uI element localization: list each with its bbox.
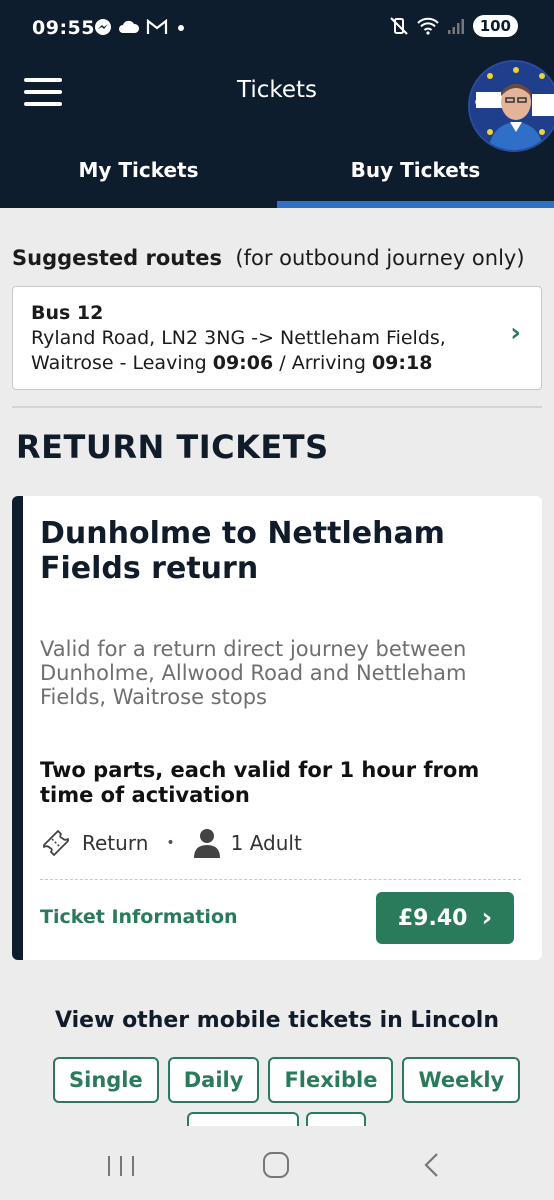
system-nav-bar (0, 1126, 554, 1200)
cloud-icon (119, 20, 140, 33)
app-header: Tickets My Tickets Buy Tickets (0, 58, 554, 208)
ticket-meta: Return • 1 Adult (40, 826, 302, 860)
back-icon[interactable] (422, 1152, 440, 1178)
route-line-1: Ryland Road, LN2 3NG -> Nettleham Fields… (31, 327, 446, 349)
section-title: RETURN TICKETS (16, 428, 329, 466)
dot-icon (178, 25, 184, 31)
buy-price-button[interactable]: £9.40 › (376, 892, 514, 944)
divider (12, 406, 542, 408)
ticket-tabs: My Tickets Buy Tickets (0, 150, 554, 208)
chip-weekly[interactable]: Weekly (402, 1057, 521, 1103)
wifi-icon (416, 17, 439, 35)
route-arriving-time: 09:18 (371, 352, 433, 374)
chip-daily[interactable]: Daily (167, 1057, 260, 1103)
ticket-validity: Two parts, each valid for 1 hour from ti… (40, 758, 480, 807)
vibrate-off-icon (389, 17, 408, 35)
gmail-icon (146, 19, 168, 34)
signal-icon (447, 19, 464, 34)
price-label: £9.40 (397, 905, 468, 931)
suggested-routes-heading: Suggested routes (for outbound journey o… (12, 246, 525, 270)
separator-dot: • (166, 835, 175, 851)
ticket-category-chips: Single Daily Flexible Weekly (53, 1057, 521, 1103)
chevron-right-icon: › (510, 318, 521, 348)
route-bus: Bus 12 (31, 302, 104, 324)
ticket-type: Return (82, 831, 149, 855)
status-bar: 09:55 100 (0, 0, 554, 58)
avatar[interactable] (468, 60, 554, 152)
system-indicators: 100 (389, 15, 518, 37)
chip-single[interactable]: Single (53, 1057, 159, 1103)
ticket-information-link[interactable]: Ticket Information (40, 906, 238, 928)
status-time: 09:55 (32, 17, 95, 39)
ticket-passengers: 1 Adult (230, 831, 302, 855)
suggested-route-card[interactable]: Bus 12 Ryland Road, LN2 3NG -> Nettleham… (12, 286, 542, 390)
ticket-description: Valid for a return direct journey betwee… (40, 637, 467, 709)
chip-flexible[interactable]: Flexible (268, 1057, 394, 1103)
ticket-card[interactable]: Dunholme to Nettleham Fields return Vali… (12, 496, 542, 960)
battery-indicator: 100 (472, 15, 518, 37)
messenger-icon (95, 19, 111, 35)
person-icon (193, 829, 220, 858)
route-line-2: Waitrose - Leaving 09:06 / Arriving 09:1… (31, 352, 433, 374)
suggested-routes-note: (for outbound journey only) (235, 246, 525, 270)
tab-my-tickets[interactable]: My Tickets (0, 150, 277, 208)
notification-icons (94, 18, 188, 36)
route-leaving-time: 09:06 (212, 352, 274, 374)
tab-buy-tickets[interactable]: Buy Tickets (277, 150, 554, 208)
home-icon[interactable] (263, 1152, 289, 1178)
ticket-divider (40, 879, 521, 880)
suggested-routes-title: Suggested routes (12, 246, 223, 270)
chevron-right-icon: › (481, 903, 493, 933)
ticket-name: Dunholme to Nettleham Fields return (40, 516, 445, 586)
ticket-icon (43, 830, 69, 856)
other-tickets-heading: View other mobile tickets in Lincoln (54, 1008, 500, 1033)
recent-apps-icon[interactable] (108, 1156, 134, 1176)
